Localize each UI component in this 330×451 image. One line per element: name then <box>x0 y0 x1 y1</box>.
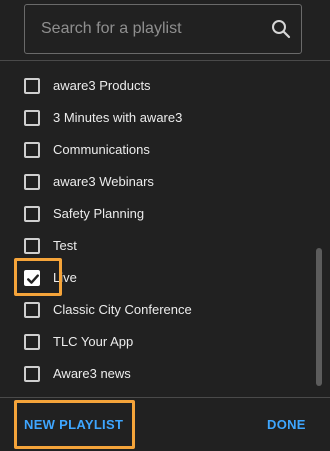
playlist-label: Classic City Conference <box>53 302 192 317</box>
playlist-dialog: aware3 Products 3 Minutes with aware3 Co… <box>0 0 330 451</box>
playlist-label: 3 Minutes with aware3 <box>53 110 183 125</box>
playlist-checkbox[interactable] <box>24 302 40 318</box>
done-button[interactable]: DONE <box>267 410 306 440</box>
top-divider <box>0 60 330 61</box>
playlist-checkbox[interactable] <box>24 238 40 254</box>
playlist-checkbox[interactable] <box>24 174 40 190</box>
playlist-list: aware3 Products 3 Minutes with aware3 Co… <box>0 70 318 390</box>
playlist-item[interactable]: Test <box>0 230 318 262</box>
playlist-label: Communications <box>53 142 150 157</box>
search-icon[interactable] <box>271 19 291 39</box>
playlist-search-box[interactable] <box>24 4 302 54</box>
checkmark-icon <box>27 274 39 284</box>
playlist-label: TLC Your App <box>53 334 134 349</box>
playlist-checkbox-checked[interactable] <box>24 270 40 286</box>
playlist-checkbox[interactable] <box>24 334 40 350</box>
bottom-divider <box>0 397 330 398</box>
playlist-label: Test <box>53 238 77 253</box>
playlist-item[interactable]: Safety Planning <box>0 198 318 230</box>
playlist-search-input[interactable] <box>41 5 261 53</box>
playlist-checkbox[interactable] <box>24 78 40 94</box>
playlist-item[interactable]: 3 Minutes with aware3 <box>0 102 318 134</box>
playlist-label: Safety Planning <box>53 206 145 221</box>
list-scrollbar[interactable] <box>316 248 322 386</box>
playlist-checkbox[interactable] <box>24 206 40 222</box>
playlist-checkbox[interactable] <box>24 110 40 126</box>
playlist-item[interactable]: Communications <box>0 134 318 166</box>
playlist-label: aware3 Products <box>53 78 151 93</box>
playlist-label: aware3 Webinars <box>53 174 154 189</box>
playlist-item[interactable]: Aware3 news <box>0 358 318 390</box>
playlist-item[interactable]: TLC Your App <box>0 326 318 358</box>
new-playlist-button[interactable]: NEW PLAYLIST <box>24 410 123 440</box>
playlist-item-selected[interactable]: Live <box>0 262 318 294</box>
playlist-checkbox[interactable] <box>24 142 40 158</box>
playlist-item[interactable]: aware3 Webinars <box>0 166 318 198</box>
playlist-label: Aware3 news <box>53 366 131 381</box>
playlist-label: Live <box>53 270 77 285</box>
playlist-item[interactable]: Classic City Conference <box>0 294 318 326</box>
playlist-checkbox[interactable] <box>24 366 40 382</box>
playlist-item[interactable]: aware3 Products <box>0 70 318 102</box>
